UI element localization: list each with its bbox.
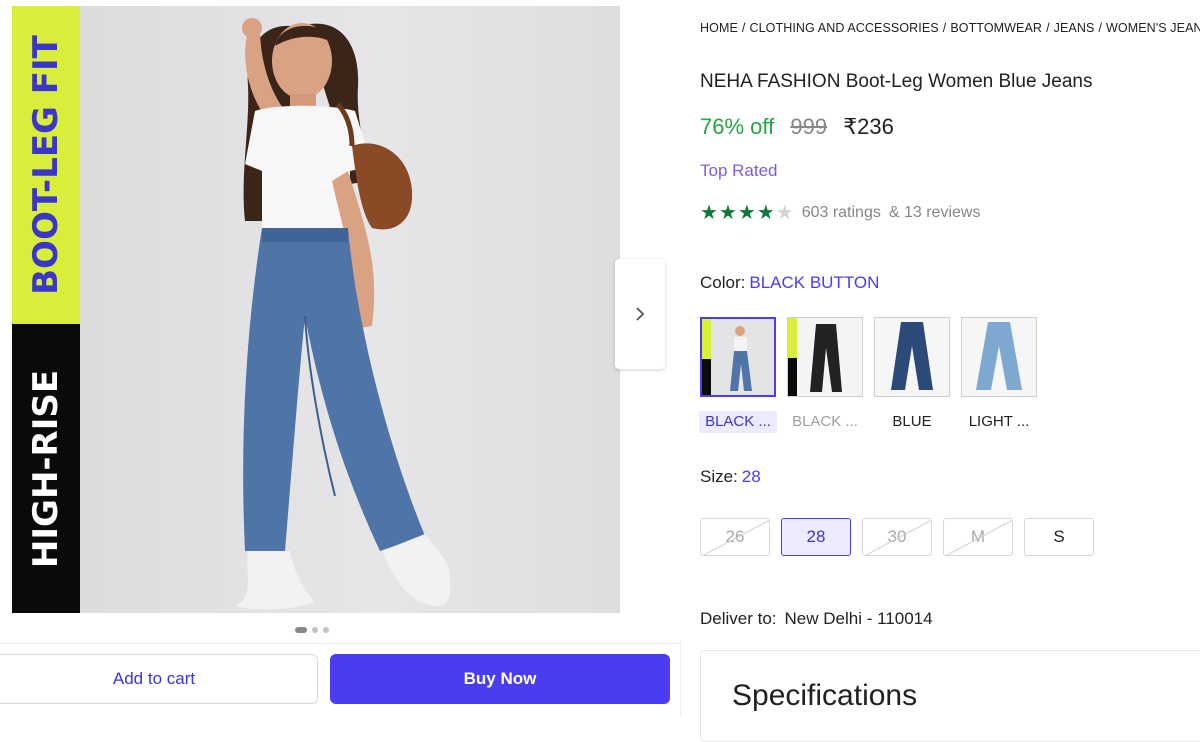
breadcrumb-clothing[interactable]: CLOTHING AND ACCESSORIES <box>749 21 938 35</box>
discount-percent: 76% off <box>700 114 775 139</box>
pagination-dot[interactable] <box>323 627 329 633</box>
breadcrumb-womens-jeans[interactable]: WOMEN'S JEANS <box>1106 21 1200 35</box>
star-icon: ★ <box>737 202 756 224</box>
band-top-text: BOOT-LEG FIT <box>26 35 66 295</box>
chevron-right-icon <box>636 307 645 321</box>
size-option-28[interactable]: 28 <box>781 518 851 556</box>
star-empty-icon: ★ <box>775 202 794 224</box>
swatch-thumbnail <box>962 318 1036 396</box>
star-rating: ★ ★ ★ ★ ★ <box>700 203 794 223</box>
deliver-to-label: Deliver to: <box>700 609 777 628</box>
color-option-label[interactable]: BLACK ... <box>786 411 864 433</box>
rating-summary[interactable]: ★ ★ ★ ★ ★ 603 ratings & 13 reviews <box>700 203 980 223</box>
next-image-button[interactable] <box>615 259 665 369</box>
color-swatch-black-button[interactable] <box>700 317 776 397</box>
size-option-m[interactable]: M <box>943 518 1013 556</box>
size-label-row: Size: 28 <box>700 467 761 487</box>
swatch-thumbnail <box>788 318 862 396</box>
band-bottom-text: HIGH-RISE <box>26 369 66 569</box>
breadcrumb-jeans[interactable]: JEANS <box>1054 21 1095 35</box>
size-option-30[interactable]: 30 <box>862 518 932 556</box>
color-swatch-black[interactable] <box>787 317 863 397</box>
top-rated-badge: Top Rated <box>700 161 778 180</box>
ratings-count: 603 ratings <box>801 204 881 221</box>
product-title: NEHA FASHION Boot-Leg Women Blue Jeans <box>700 71 1093 92</box>
band-high-rise: HIGH-RISE <box>12 324 80 613</box>
divider <box>0 643 680 644</box>
image-side-band: BOOT-LEG FIT HIGH-RISE <box>12 6 80 613</box>
image-pagination-dots <box>295 627 329 633</box>
color-label: Color: <box>700 273 746 292</box>
selected-size: 28 <box>741 467 761 486</box>
color-option-label[interactable]: LIGHT ... <box>960 411 1038 433</box>
size-option-26[interactable]: 26 <box>700 518 770 556</box>
star-icon: ★ <box>756 202 775 224</box>
reviews-count: & 13 reviews <box>888 204 981 221</box>
specifications-title: Specifications <box>732 679 918 712</box>
original-price: 999 <box>790 114 828 139</box>
breadcrumb-home[interactable]: HOME <box>700 21 738 35</box>
size-option-s[interactable]: S <box>1024 518 1094 556</box>
pagination-dot[interactable] <box>295 627 307 633</box>
swatch-thumbnail <box>702 319 774 395</box>
specifications-card: Specifications <box>700 650 1200 742</box>
breadcrumb-bottomwear[interactable]: BOTTOMWEAR <box>950 21 1042 35</box>
band-boot-leg-fit: BOOT-LEG FIT <box>12 6 80 324</box>
color-label-row: Color: BLACK BUTTON <box>700 273 879 293</box>
size-label: Size: <box>700 467 738 486</box>
selected-color: BLACK BUTTON <box>749 273 880 292</box>
color-swatch-blue[interactable] <box>874 317 950 397</box>
star-icon: ★ <box>700 202 718 224</box>
delivery-pincode: New Delhi - 110014 <box>784 609 933 628</box>
swatch-thumbnail <box>875 318 949 396</box>
buy-now-button[interactable]: Buy Now <box>330 654 670 704</box>
pagination-dot[interactable] <box>312 627 318 633</box>
product-photo-model <box>235 18 451 610</box>
add-to-cart-button[interactable]: Add to cart <box>0 654 318 704</box>
star-icon: ★ <box>718 202 737 224</box>
selling-price: ₹236 <box>843 114 894 139</box>
color-swatch-light-blue[interactable] <box>961 317 1037 397</box>
product-image-gallery[interactable]: BOOT-LEG FIT HIGH-RISE <box>12 6 620 613</box>
color-option-label[interactable]: BLACK ... <box>699 411 777 433</box>
divider <box>680 640 681 717</box>
price-row: 76% off 999 ₹236 <box>700 114 894 140</box>
color-option-label[interactable]: BLUE <box>873 411 951 433</box>
breadcrumb: HOME / CLOTHING AND ACCESSORIES / BOTTOMWEAR… <box>700 21 1200 35</box>
delivery-location[interactable]: Deliver to: New Delhi - 110014 <box>700 609 933 629</box>
